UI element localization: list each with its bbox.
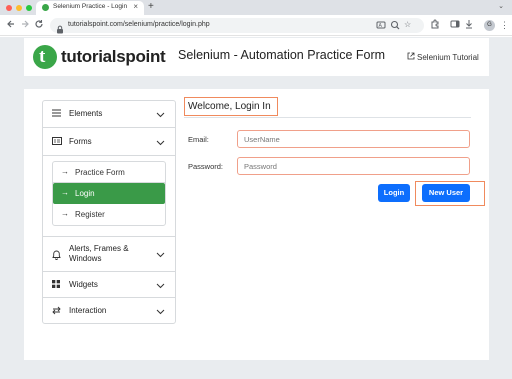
reload-icon[interactable] [34,19,44,33]
arrow-right-icon: → [61,188,69,197]
arrows-icon [52,306,61,317]
chevron-down-icon [156,140,165,146]
arrow-right-icon: → [61,167,69,176]
arrow-right-icon: → [61,209,69,218]
logo-letter: t [39,46,46,67]
form-icon [52,137,62,147]
welcome-heading-box: Welcome, Login In [184,97,278,116]
email-field[interactable] [237,130,470,148]
sidebar-item-label: Widgets [69,280,98,289]
forms-submenu: → Practice Form → Login → Register [52,161,166,226]
sidebar-item-interaction[interactable]: Interaction [43,298,175,324]
tab-close-icon[interactable]: × [133,2,138,11]
back-icon[interactable] [6,19,16,33]
downloads-icon[interactable] [464,19,474,32]
chevron-down-icon [156,252,165,258]
login-button[interactable]: Login [378,184,410,202]
logo-text: tutorialspoint [61,47,166,66]
bell-icon [52,250,61,262]
new-tab-button[interactable]: + [148,1,154,13]
sidebar-item-label: Interaction [69,306,107,315]
email-label: Email: [188,135,209,144]
url-text[interactable]: tutorialspoint.com/selenium/practice/log… [68,21,210,28]
external-link-icon [407,52,415,62]
submenu-item-label: Practice Form [75,168,125,177]
sidebar-item-alerts[interactable]: Alerts, Frames & Windows [43,237,175,272]
logo-icon: t [33,45,57,69]
minimize-window-button[interactable] [16,5,22,11]
extensions-icon[interactable] [430,19,440,32]
sidebar-icon[interactable] [450,19,460,32]
close-window-button[interactable] [6,5,12,11]
selenium-tutorial-label: Selenium Tutorial [417,53,479,62]
form-heading: Welcome, Login In [188,101,271,112]
chevron-down-icon [156,283,165,289]
tab-title: Selenium Practice - Login [53,3,128,10]
sidebar-item-label: Forms [69,137,92,146]
translate-icon[interactable]: A [376,20,386,32]
heading-divider [184,117,471,118]
hamburger-icon [52,109,61,119]
chevron-down-icon [156,309,165,315]
chevron-down-icon [156,112,165,118]
new-user-highlight [415,181,485,206]
sidebar-item-label: Elements [69,109,103,118]
sidebar-item-widgets[interactable]: Widgets [43,272,175,298]
tutorialspoint-logo[interactable]: t tutorialspoint [33,45,166,69]
site-header: t tutorialspoint Selenium - Automation P… [24,38,489,76]
profile-icon[interactable]: G [484,20,495,31]
submenu-item-register[interactable]: → Register [53,204,165,225]
sidebar-item-elements[interactable]: Elements [43,101,175,128]
browser-toolbar: tutorialspoint.com/selenium/practice/log… [0,15,512,36]
address-bar[interactable]: tutorialspoint.com/selenium/practice/log… [50,18,424,34]
bookmark-star-icon[interactable]: ☆ [404,20,411,29]
sidebar-item-label: Alerts, Frames & Windows [69,244,129,263]
tab-list-icon[interactable]: ⌄ [498,2,504,10]
grid-icon [52,280,60,290]
browser-tab[interactable]: Selenium Practice - Login × [36,1,144,15]
favicon-icon [42,4,49,11]
browser-tab-bar: Selenium Practice - Login × + ⌄ [0,0,512,15]
selenium-tutorial-link[interactable]: Selenium Tutorial [407,52,479,62]
page-title: Selenium - Automation Practice Form [178,48,386,62]
sidebar-item-forms[interactable]: Forms [43,128,175,156]
submenu-item-practice-form[interactable]: → Practice Form [53,162,165,183]
submenu-item-label: Login [75,189,95,198]
submenu-item-login[interactable]: → Login [53,183,165,204]
svg-text:A: A [379,23,383,29]
maximize-window-button[interactable] [26,5,32,11]
forward-icon[interactable] [20,19,30,33]
lock-icon[interactable] [56,21,64,34]
menu-icon[interactable]: ⋮ [500,19,509,31]
zoom-icon[interactable] [390,20,400,32]
submenu-item-label: Register [75,210,105,219]
password-field[interactable] [237,157,470,175]
password-label: Password: [188,162,224,171]
